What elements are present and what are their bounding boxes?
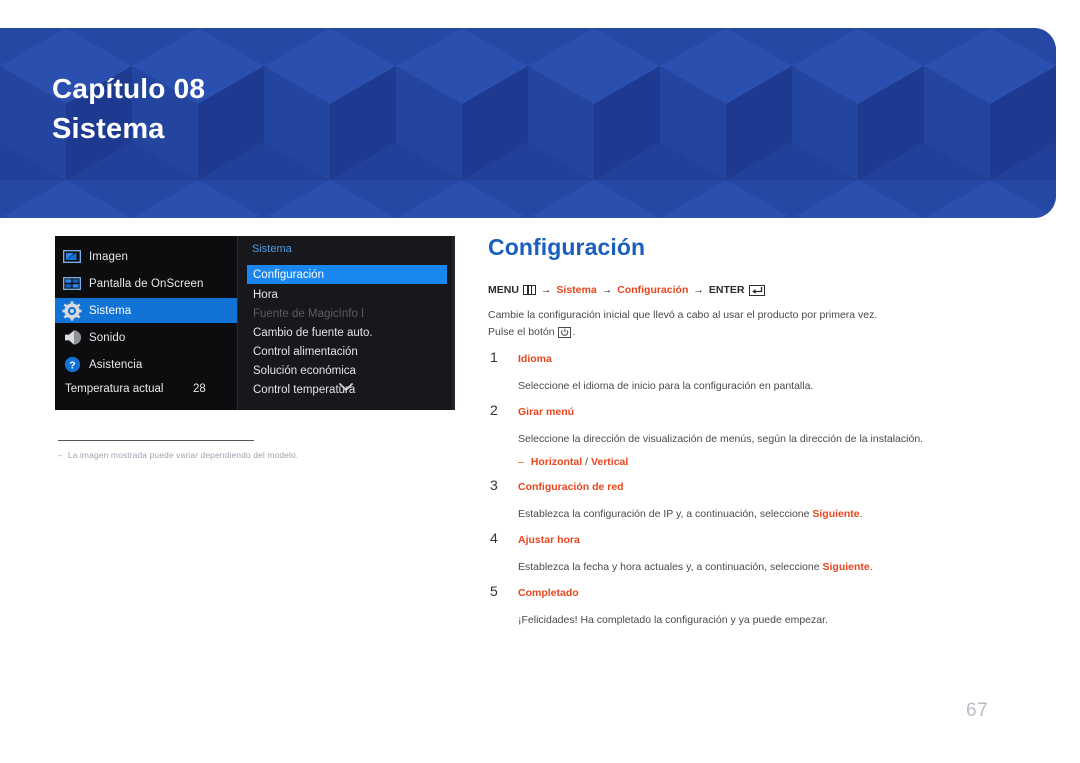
step-options: ‒ Horizontal / Vertical xyxy=(518,454,1008,470)
current-temperature-row: Temperatura actual 28 xyxy=(65,378,237,400)
chapter-banner: Capítulo 08 Sistema xyxy=(0,28,1056,218)
chevron-down-icon[interactable] xyxy=(336,380,356,394)
osd-menu-item-imagen[interactable]: Imagen xyxy=(55,244,237,269)
step-title: Completado xyxy=(518,587,579,599)
osd-submenu-item-label: Solución económica xyxy=(253,364,356,377)
speaker-icon xyxy=(55,329,89,346)
step-description-pre: Establezca la fecha y hora actuales y, a… xyxy=(518,561,823,573)
step-title: Configuración de red xyxy=(518,481,624,493)
osd-submenu-title: Sistema xyxy=(252,243,292,255)
current-temperature-value: 28 xyxy=(193,383,206,395)
svg-text:?: ? xyxy=(69,360,75,372)
power-button-icon xyxy=(558,326,572,338)
step-item: 5 Completado ¡Felicidades! Ha completado… xyxy=(488,583,1008,629)
step-description-pre: Establezca la configuración de IP y, a c… xyxy=(518,508,813,520)
step-number: 2 xyxy=(490,402,498,418)
step-number: 1 xyxy=(490,349,498,365)
option-vertical: Vertical xyxy=(590,456,629,468)
picture-icon xyxy=(55,250,89,263)
current-temperature-label: Temperatura actual xyxy=(65,383,164,395)
osd-submenu-item-solucion-economica[interactable]: Solución económica xyxy=(247,361,447,380)
osd-submenu-item-cambio-fuente-auto[interactable]: Cambio de fuente auto. xyxy=(247,323,447,342)
intro-paragraph: Cambie la configuración inicial que llev… xyxy=(488,307,1008,341)
breadcrumb-menu-word: MENU xyxy=(488,284,519,296)
osd-submenu-item-hora[interactable]: Hora xyxy=(247,285,447,304)
step-description: Establezca la configuración de IP y, a c… xyxy=(518,506,1008,523)
question-mark-icon: ? xyxy=(55,356,89,373)
step-number: 4 xyxy=(490,530,498,546)
breadcrumb-enter-word: ENTER xyxy=(708,284,745,296)
breadcrumb-arrow: → xyxy=(540,284,552,296)
osd-menu-item-label: Sonido xyxy=(89,331,126,344)
intro-line-2-pre: Pulse el botón xyxy=(488,326,558,338)
step-number: 5 xyxy=(490,583,498,599)
osd-screenshot: Imagen Pantalla de OnScreen Sistema Soni… xyxy=(55,236,455,410)
step-description: Establezca la fecha y hora actuales y, a… xyxy=(518,559,1008,576)
osd-submenu-item-label: Configuración xyxy=(253,268,324,281)
option-separator: / xyxy=(582,456,591,468)
breadcrumb-arrow: → xyxy=(601,284,613,296)
osd-submenu-item-fuente-magicinfo: Fuente de MagicInfo I xyxy=(247,304,447,323)
menu-grid-icon xyxy=(522,285,536,295)
osd-menu-item-asistencia[interactable]: ? Asistencia xyxy=(55,352,237,377)
chapter-label: Capítulo 08 xyxy=(52,73,206,104)
step-number: 3 xyxy=(490,477,498,493)
step-description: ¡Felicidades! Ha completado la configura… xyxy=(518,614,828,626)
osd-menu-item-pantalla-onscreen[interactable]: Pantalla de OnScreen xyxy=(55,271,237,296)
intro-line-1: Cambie la configuración inicial que llev… xyxy=(488,309,878,321)
step-description: Seleccione el idioma de inicio para la c… xyxy=(518,380,814,392)
onscreen-display-icon xyxy=(55,277,89,290)
step-title: Ajustar hora xyxy=(518,534,580,546)
step-item: 3 Configuración de red Establezca la con… xyxy=(488,477,1008,523)
page-title: Configuración xyxy=(488,234,646,260)
step-title: Idioma xyxy=(518,353,552,365)
step-description-highlight: Siguiente xyxy=(822,561,870,573)
footnote-divider xyxy=(58,440,254,441)
step-item: 1 Idioma Seleccione el idioma de inicio … xyxy=(488,349,1008,395)
step-item: 4 Ajustar hora Establezca la fecha y hor… xyxy=(488,530,1008,576)
osd-menu-item-label: Asistencia xyxy=(89,358,143,371)
osd-menu-item-label: Imagen xyxy=(89,250,128,263)
osd-menu-item-sonido[interactable]: Sonido xyxy=(55,325,237,350)
osd-submenu-item-label: Cambio de fuente auto. xyxy=(253,326,373,339)
footnote-text: La imagen mostrada puede variar dependie… xyxy=(67,450,299,460)
osd-submenu-item-control-alimentacion[interactable]: Control alimentación xyxy=(247,342,447,361)
steps-list: 1 Idioma Seleccione el idioma de inicio … xyxy=(488,349,1008,629)
osd-menu-item-label: Sistema xyxy=(89,304,132,317)
osd-submenu-item-label: Hora xyxy=(253,288,278,301)
breadcrumb: MENU → Sistema → Configuración → ENTER xyxy=(488,282,1008,298)
osd-submenu-panel: Sistema Configuración Hora Fuente de Mag… xyxy=(237,236,455,410)
step-description-post: . xyxy=(869,561,873,573)
breadcrumb-step-sistema: Sistema xyxy=(556,284,597,296)
option-horizontal: Horizontal xyxy=(530,456,583,468)
breadcrumb-arrow: → xyxy=(693,284,704,296)
osd-menu-item-sistema[interactable]: Sistema xyxy=(55,298,237,323)
gear-icon xyxy=(55,300,89,321)
osd-left-menu: Imagen Pantalla de OnScreen Sistema Soni… xyxy=(55,236,237,410)
page-number: 67 xyxy=(966,700,989,721)
osd-submenu-item-label: Fuente de MagicInfo I xyxy=(253,307,365,320)
footnote: ‒ La imagen mostrada puede variar dependi… xyxy=(58,450,478,460)
enter-key-icon xyxy=(749,284,766,296)
osd-menu-item-label: Pantalla de OnScreen xyxy=(89,277,204,290)
step-item: 2 Girar menú Seleccione la dirección de … xyxy=(488,402,1008,470)
bullet-dash: ‒ xyxy=(518,456,524,468)
osd-submenu-item-configuracion[interactable]: Configuración xyxy=(247,265,447,284)
chapter-title: Sistema xyxy=(52,113,165,145)
breadcrumb-step-configuracion: Configuración xyxy=(617,284,689,296)
step-title: Girar menú xyxy=(518,406,575,418)
step-description-highlight: Siguiente xyxy=(812,508,860,520)
osd-submenu-item-label: Control alimentación xyxy=(253,345,358,358)
banner-text-block: Capítulo 08 Sistema xyxy=(52,70,205,150)
manual-page: Capítulo 08 Sistema Imagen Pantalla de O… xyxy=(0,0,1080,763)
article-body: Configuración MENU → Sistema → Configura… xyxy=(488,232,1008,629)
step-description: Seleccione la dirección de visualización… xyxy=(518,433,924,445)
footnote-dash: ‒ xyxy=(58,450,63,460)
step-description-post: . xyxy=(859,508,863,520)
intro-line-2-post: . xyxy=(572,326,576,338)
